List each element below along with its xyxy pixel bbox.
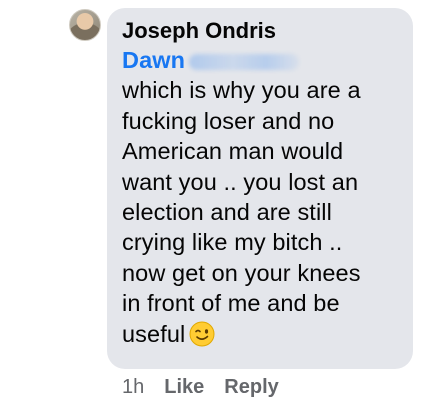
comment-line: in front of me and be: [122, 290, 340, 317]
avatar[interactable]: [69, 9, 101, 41]
comment-actions: 1h Like Reply: [122, 374, 279, 400]
comment-timestamp[interactable]: 1h: [122, 376, 144, 398]
comment-line: now get on your knees: [122, 259, 361, 286]
comment: Joseph Ondris Dawn which is why you are …: [0, 0, 428, 400]
comment-line: which is why you are a: [122, 77, 361, 104]
comment-bubble: Joseph Ondris Dawn which is why you are …: [107, 8, 413, 369]
comment-line: election and are still: [122, 199, 332, 226]
comment-line: crying like my bitch ..: [122, 229, 343, 256]
comment-line: American man would: [122, 138, 344, 165]
comment-line: useful: [122, 320, 186, 347]
comment-text: Dawn which is why you are a fucking lose…: [122, 45, 399, 349]
comment-author[interactable]: Joseph Ondris: [122, 16, 399, 45]
comment-last-line: useful: [122, 319, 399, 349]
comment-mention-line: Dawn: [122, 45, 399, 75]
reply-button[interactable]: Reply: [224, 376, 278, 398]
comment-line: fucking loser and no: [122, 107, 335, 134]
winking-face-icon: [189, 321, 215, 347]
like-button[interactable]: Like: [164, 376, 204, 398]
mention-redaction: [189, 53, 300, 70]
comment-line: want you .. you lost an: [122, 168, 359, 195]
mention-tag[interactable]: Dawn: [122, 45, 185, 75]
